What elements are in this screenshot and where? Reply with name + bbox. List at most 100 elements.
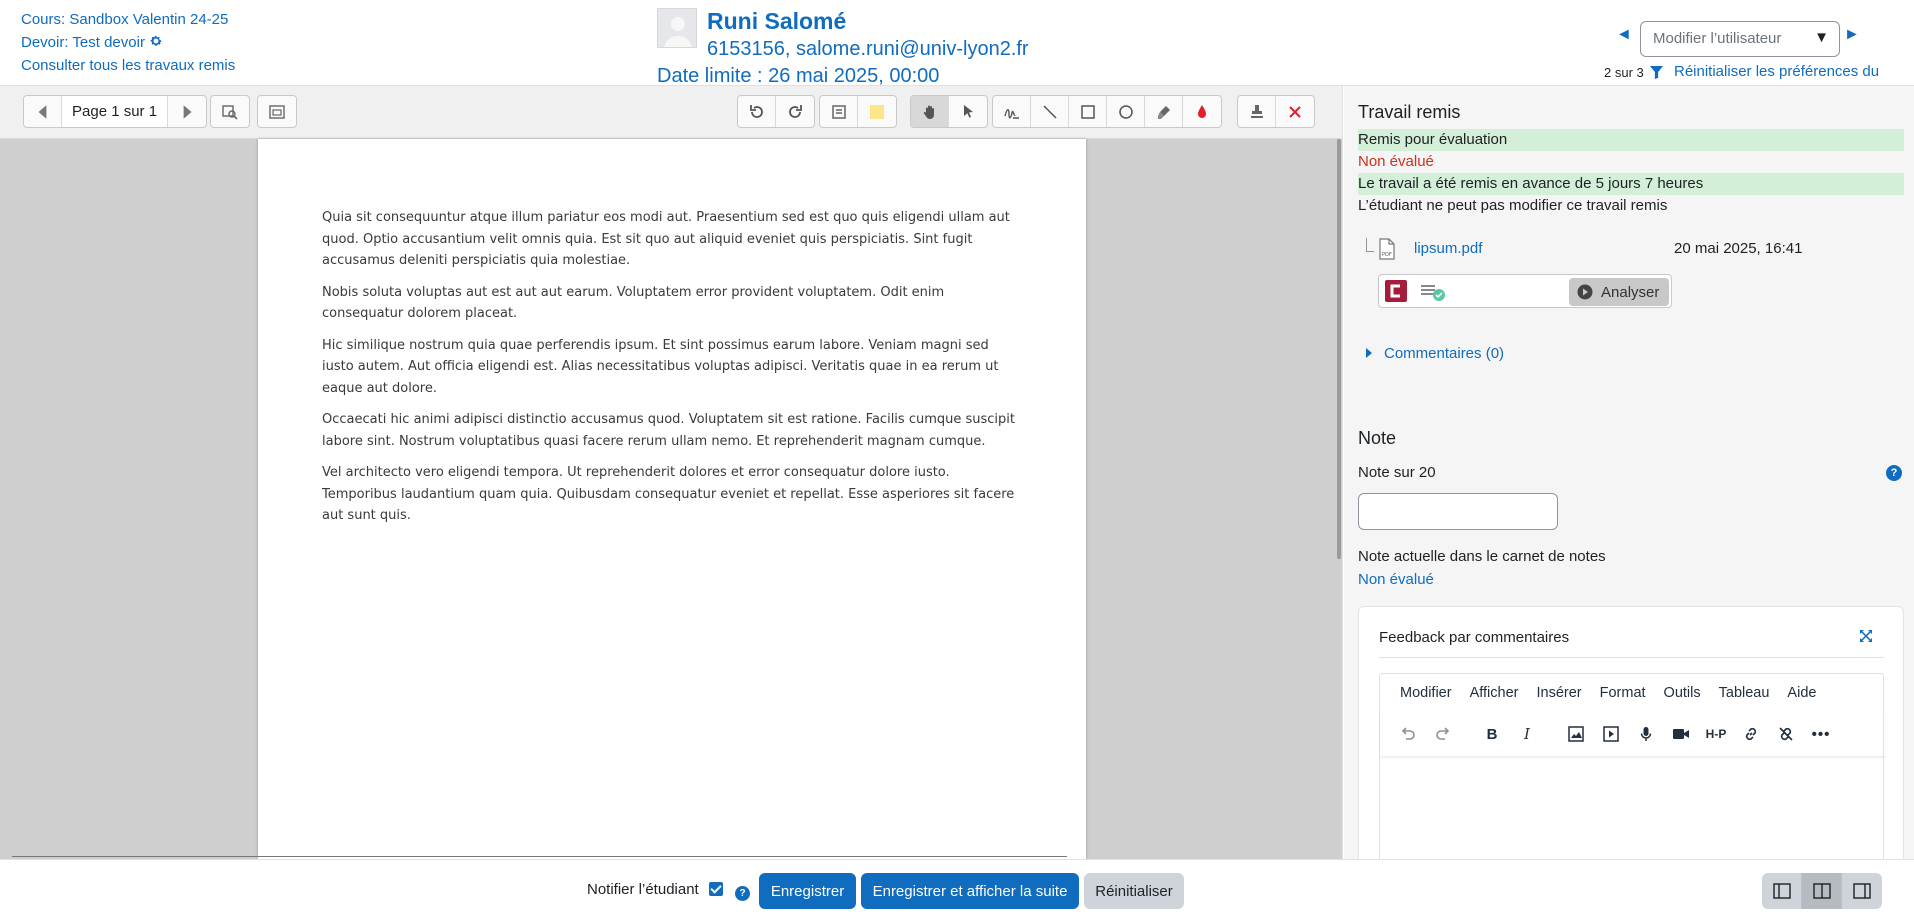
image-icon[interactable] — [1564, 722, 1588, 746]
pen-tool-icon[interactable] — [993, 96, 1031, 127]
time-remaining-status: Le travail a été remis en avance de 5 jo… — [1358, 173, 1904, 195]
gear-icon[interactable] — [149, 32, 163, 46]
user-id-email: 6153156, salome.runi@univ-lyon2.fr — [707, 38, 1029, 60]
italic-icon[interactable]: I — [1515, 722, 1539, 746]
play-icon — [1577, 284, 1593, 300]
menu-insert[interactable]: Insérer — [1536, 685, 1581, 701]
notify-student-control: Notifier l’étudiant ? — [587, 881, 751, 901]
current-grade-link[interactable]: Non évalué — [1358, 571, 1434, 588]
analyze-button[interactable]: Analyser — [1569, 278, 1669, 306]
pdf-page[interactable]: Quia sit consequuntur atque illum pariat… — [258, 139, 1086, 859]
delete-annotation-icon[interactable] — [1276, 96, 1314, 127]
grade-input[interactable] — [1358, 493, 1558, 530]
expand-fullscreen-icon[interactable] — [1859, 629, 1873, 643]
document-horizontal-scrollbar[interactable] — [12, 856, 1067, 857]
filter-icon[interactable] — [1649, 66, 1663, 79]
pan-select-group — [910, 95, 988, 128]
help-icon[interactable]: ? — [1886, 465, 1902, 481]
menu-help[interactable]: Aide — [1787, 685, 1816, 701]
grading-status: Non évalué — [1358, 153, 1434, 170]
redo-icon[interactable] — [1431, 722, 1455, 746]
document-paragraph: Quia sit consequuntur atque illum pariat… — [322, 210, 1010, 268]
comments-toggle[interactable]: Commentaires (0) — [1366, 345, 1504, 362]
line-tool-icon[interactable] — [1031, 96, 1069, 127]
assignment-link[interactable]: Devoir: Test devoir — [21, 31, 235, 54]
collapse-grade-panel-icon[interactable] — [1842, 873, 1882, 909]
stamp-tool-icon[interactable] — [1238, 96, 1276, 127]
plagiarism-check-box: Analyser — [1378, 274, 1672, 308]
search-comments-icon[interactable] — [211, 96, 249, 127]
pan-hand-icon[interactable] — [911, 96, 949, 127]
rotate-right-icon[interactable] — [776, 96, 814, 127]
course-link[interactable]: Cours: Sandbox Valentin 24-25 — [21, 8, 235, 31]
pdf-annotation-pane: Page 1 sur 1 Quia sit consequuntur atque… — [0, 86, 1343, 859]
notify-help-icon[interactable]: ? — [735, 886, 751, 901]
annotation-toolbar: Page 1 sur 1 — [0, 86, 1342, 139]
highlighter-tool-icon[interactable] — [1145, 96, 1183, 127]
compilatio-logo-icon — [1385, 280, 1407, 302]
comment-group — [819, 95, 897, 128]
document-scrollbar[interactable] — [1337, 139, 1341, 559]
save-button[interactable]: Enregistrer — [759, 873, 856, 909]
search-comments-group — [210, 95, 250, 128]
more-options-icon[interactable]: ••• — [1809, 722, 1833, 746]
stamp-delete-group — [1237, 95, 1315, 128]
page-select[interactable]: Page 1 sur 1 — [62, 96, 169, 127]
comment-color-swatch-icon[interactable] — [858, 96, 896, 127]
document-paragraph: Occaecati hic animi adipisci distinctio … — [322, 412, 1015, 449]
grade-label: Note sur 20 — [1358, 464, 1436, 481]
comments-toggle-label: Commentaires (0) — [1384, 345, 1505, 362]
pdf-file-icon: PDF — [1378, 238, 1396, 260]
undo-icon[interactable] — [1396, 722, 1420, 746]
save-and-next-button[interactable]: Enregistrer et afficher la suite — [861, 873, 1079, 909]
document-paragraph: Hic similique nostrum quia quae perferen… — [322, 337, 999, 396]
select-cursor-icon[interactable] — [949, 96, 987, 127]
menu-view[interactable]: Afficher — [1470, 685, 1519, 701]
drawing-tools-group — [992, 95, 1222, 128]
document-viewer[interactable]: Quia sit consequuntur atque illum pariat… — [0, 139, 1342, 859]
menu-format[interactable]: Format — [1600, 685, 1646, 701]
editor-toolbar: B I H-P ••• — [1380, 712, 1885, 756]
next-page-button[interactable] — [168, 96, 206, 127]
caret-down-icon: ▼ — [1814, 29, 1829, 46]
change-user-select[interactable]: Modifier l’utilisateur ▼ — [1640, 21, 1840, 57]
view-all-submissions-link[interactable]: Consulter tous les travaux remis — [21, 54, 235, 77]
previous-page-button[interactable] — [24, 96, 62, 127]
expand-view-icon[interactable] — [258, 96, 296, 127]
link-icon[interactable] — [1739, 722, 1763, 746]
feedback-title: Feedback par commentaires — [1379, 629, 1570, 646]
analyze-button-label: Analyser — [1601, 283, 1660, 301]
document-check-icon — [1419, 282, 1449, 302]
comment-tool-icon[interactable] — [820, 96, 858, 127]
default-layout-icon[interactable] — [1802, 873, 1842, 909]
reset-preferences-link[interactable]: Réinitialiser les préférences du — [1674, 63, 1879, 80]
bold-icon[interactable]: B — [1480, 722, 1504, 746]
user-count-label: 2 sur 3 — [1604, 65, 1644, 80]
submitted-file-link[interactable]: lipsum.pdf — [1414, 240, 1482, 257]
microphone-icon[interactable] — [1634, 722, 1658, 746]
lock-status: L’étudiant ne peut pas modifier ce trava… — [1358, 197, 1668, 214]
oval-tool-icon[interactable] — [1107, 96, 1145, 127]
reset-button[interactable]: Réinitialiser — [1084, 873, 1184, 909]
menu-tools[interactable]: Outils — [1664, 685, 1701, 701]
previous-user-arrow-icon[interactable]: ◄ — [1616, 26, 1632, 44]
user-name-link[interactable]: Runi Salomé — [707, 8, 846, 35]
annotation-color-icon[interactable] — [1183, 96, 1221, 127]
submitted-file-row: PDF lipsum.pdf 20 mai 2025, 16:41 — [1358, 236, 1904, 266]
notify-student-checkbox[interactable] — [708, 882, 723, 896]
media-icon[interactable] — [1599, 722, 1623, 746]
video-camera-icon[interactable] — [1669, 722, 1693, 746]
unlink-icon[interactable] — [1774, 722, 1798, 746]
rectangle-tool-icon[interactable] — [1069, 96, 1107, 127]
editor-menubar: Modifier Afficher Insérer Format Outils … — [1380, 674, 1885, 712]
rotate-left-icon[interactable] — [738, 96, 776, 127]
next-user-arrow-icon[interactable]: ► — [1844, 26, 1860, 44]
menu-table[interactable]: Tableau — [1719, 685, 1770, 701]
h5p-icon[interactable]: H-P — [1704, 722, 1728, 746]
collapse-review-panel-icon[interactable] — [1762, 873, 1802, 909]
menu-edit[interactable]: Modifier — [1400, 685, 1452, 701]
avatar — [657, 8, 697, 48]
caret-right-icon — [1366, 348, 1372, 358]
file-tree-line — [1366, 238, 1374, 252]
user-placeholder-icon — [664, 17, 692, 47]
